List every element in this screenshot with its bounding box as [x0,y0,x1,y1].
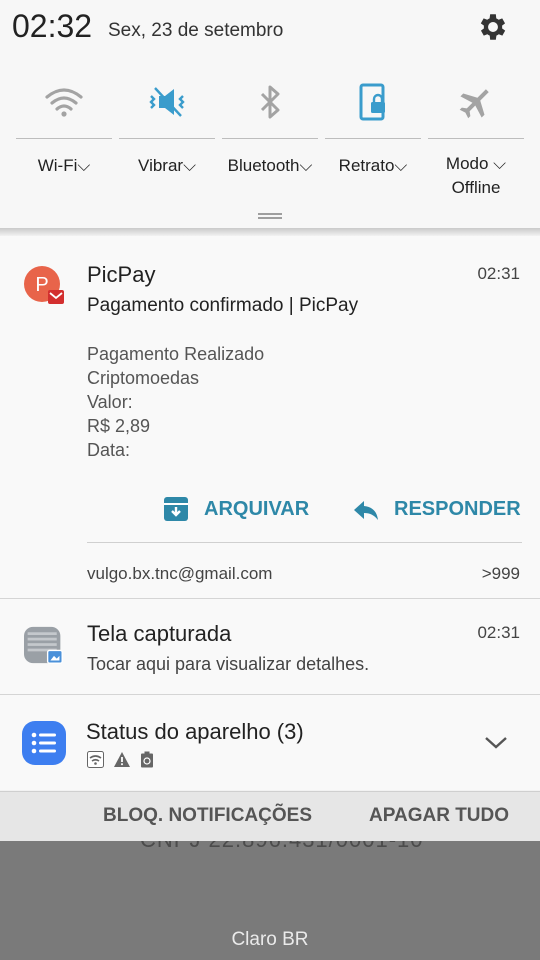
qs-airplane[interactable]: Modo ⌵ Offline [426,74,526,214]
qs-label-2: Offline [451,178,501,197]
reply-label: RESPONDER [394,497,521,520]
qs-label: Vibrar [138,156,184,175]
notification-subject: Pagamento confirmado | PicPay [87,295,359,316]
notification-screenshot[interactable]: Tela capturada 02:31 Tocar aqui para vis… [0,599,540,694]
airplane-icon [459,89,489,119]
notification-app: PicPay [87,262,156,287]
qs-label: Bluetooth [227,156,300,175]
archive-button[interactable]: ARQUIVAR [162,494,309,524]
qs-bluetooth[interactable]: Bluetooth⌵ [220,74,320,214]
list-icon [22,721,66,765]
body-line: Data: [87,440,131,460]
vibrate-icon [149,87,185,117]
block-notifications-button[interactable]: BLOQ. NOTIFICAÇÕES [103,805,312,827]
body-line: Pagamento Realizado [87,344,265,364]
archive-icon [164,497,188,521]
drag-handle[interactable] [258,213,282,219]
clear-all-button[interactable]: APAGAR TUDO [369,805,509,827]
notification-count: >999 [481,564,520,583]
notification-title: Tela capturada [87,621,232,646]
qs-vibrate[interactable]: Vibrar⌵ [117,74,217,214]
background-text: CNPJ 22.896.431/0001-10 [140,841,424,853]
dimmed-background: CNPJ 22.896.431/0001-10 Claro BR [0,841,540,960]
battery-recycle-icon [141,751,153,768]
reply-icon [354,501,378,520]
notification-title: Status do aparelho (3) [86,719,304,744]
portrait-lock-icon [359,83,385,121]
chevron-down-icon[interactable] [484,735,508,751]
carrier-label: Claro BR [231,929,309,950]
divider [87,542,522,543]
status-icons [87,751,154,768]
qs-divider [222,138,318,139]
notification-body: Pagamento Realizado Criptomoedas Valor: … [87,342,264,462]
qs-divider [325,138,421,139]
warning-icon [114,752,130,767]
body-line: R$ 2,89 [87,416,151,436]
qs-portrait[interactable]: Retrato⌵ [323,74,423,214]
notification-picpay[interactable]: P PicPay 02:31 Pagamento confirmado | Pi… [0,236,540,598]
clock: 02:32 [12,8,93,44]
qs-divider [428,138,524,139]
qs-divider [119,138,215,139]
qs-label: Modo [445,154,489,173]
qs-label: Wi-Fi [37,156,78,175]
body-line: Valor: [87,392,133,412]
qs-wifi[interactable]: Wi-Fi⌵ [14,74,114,214]
reply-button[interactable]: RESPONDER [352,494,521,524]
notification-account: vulgo.bx.tnc@gmail.com [87,564,273,583]
notification-time: 02:31 [477,623,520,642]
body-line: Criptomoedas [87,368,200,388]
notification-actions-bar: BLOQ. NOTIFICAÇÕES APAGAR TUDO [0,791,540,842]
panel-shadow [0,228,540,236]
gear-icon[interactable] [476,10,510,44]
gmail-avatar-icon: P [24,266,64,304]
notification-time: 02:31 [477,264,520,283]
wifi-status-icon [87,751,104,768]
qs-label: Retrato [338,156,395,175]
svg-text:P: P [35,274,48,296]
wifi-icon [45,88,83,117]
notification-text: Tocar aqui para visualizar detalhes. [87,654,370,674]
date: Sex, 23 de setembro [108,20,284,41]
qs-divider [16,138,112,139]
screenshot-icon [24,626,63,664]
archive-label: ARQUIVAR [204,497,310,520]
notification-device-status[interactable]: Status do aparelho (3) [0,695,540,790]
quick-settings-panel: 02:32 Sex, 23 de setembro Wi-Fi⌵ Vibrar⌵ [0,0,540,230]
bluetooth-icon [260,85,280,119]
